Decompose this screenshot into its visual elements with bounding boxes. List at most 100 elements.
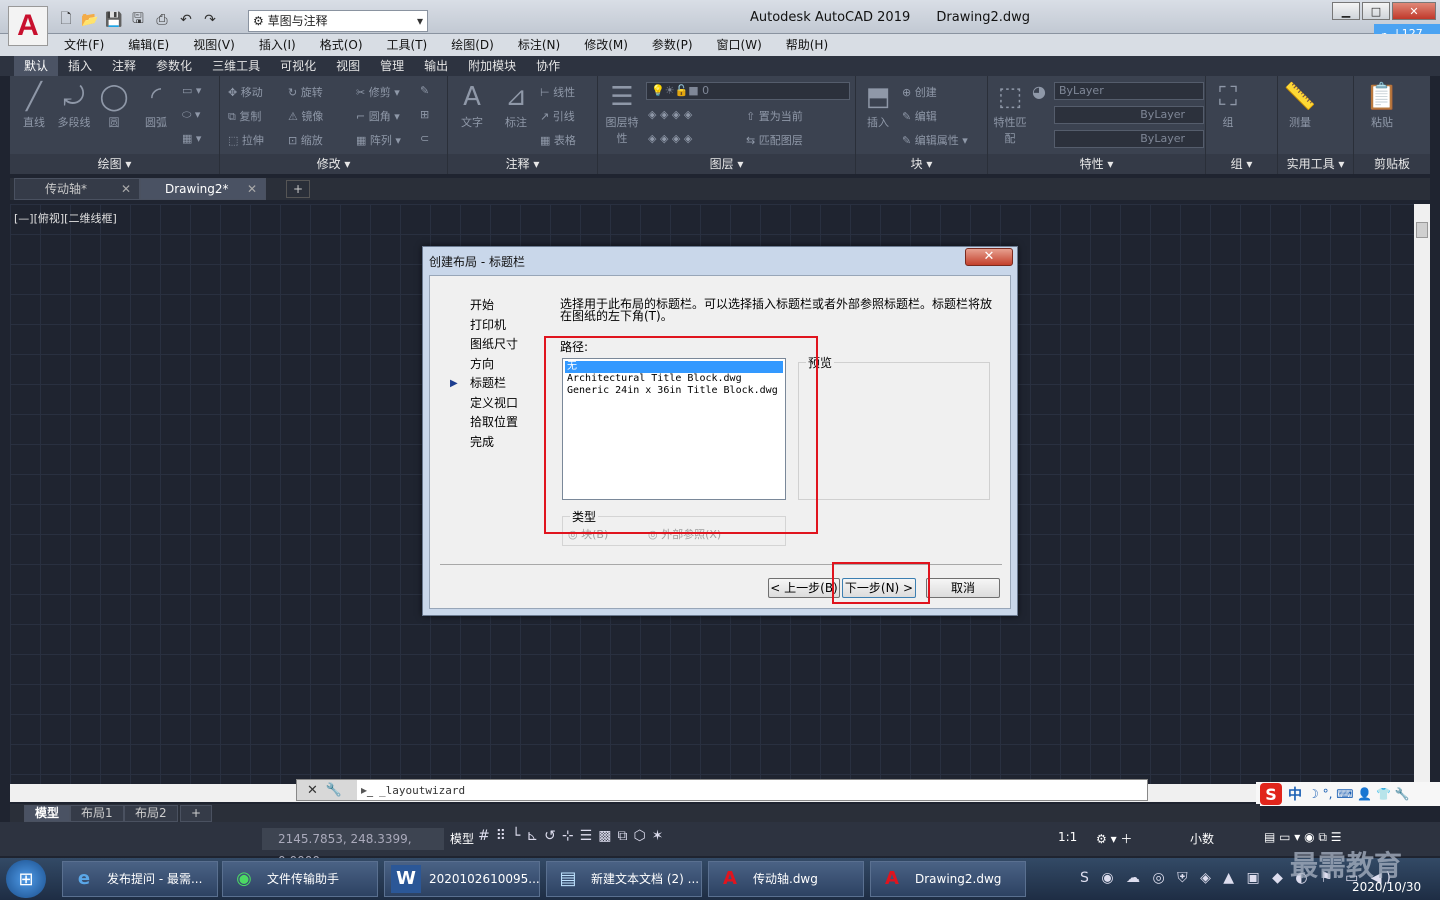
title-block-list[interactable]: 无 Architectural Title Block.dwg Generic … [562,358,786,500]
mirror-tool[interactable]: ⚠ 镜像 [288,108,323,124]
tab-insert[interactable]: 插入 [58,56,102,76]
radio-block[interactable]: ◎ 块(B) [568,526,608,542]
workspace-select[interactable]: ⚙ 草图与注释 ▾ [248,10,428,32]
color-wheel-icon[interactable]: ◕ [1032,82,1046,101]
table-tool[interactable]: ▦ 表格 [540,132,576,148]
undo-icon[interactable]: ↶ [176,11,196,29]
wrench-icon[interactable]: 🔧 [326,783,342,798]
edit-block-tool[interactable]: ✎ 编辑 [902,108,937,124]
tab-parametric[interactable]: 参数化 [146,56,202,76]
autocad-logo[interactable]: A [8,6,48,46]
cancel-button[interactable]: 取消 [926,578,1000,598]
menu-window[interactable]: 窗口(W) [717,34,762,56]
transparency-icon[interactable]: ▩ [598,828,611,844]
redo-icon[interactable]: ↷ [200,11,220,29]
object-snap-icon[interactable]: ⊹ [562,828,574,844]
panel-block-title[interactable]: 块 ▾ [856,154,987,174]
command-line[interactable]: ✕ 🔧 ▸_ _layoutwizard [296,779,1148,801]
close-window-button[interactable]: ✕ [1392,2,1436,20]
hatch-icon[interactable]: ▦ ▾ [182,132,201,145]
vertical-scrollbar[interactable] [1414,204,1430,784]
fillet-tool[interactable]: ⌐ 圆角 ▾ [356,108,400,124]
doc-tab-drive-shaft[interactable]: 传动轴* ✕ [14,178,140,200]
tab-manage[interactable]: 管理 [370,56,414,76]
scrollbar-thumb[interactable] [1416,222,1428,238]
model-space-toggle[interactable]: 模型 [450,830,474,847]
taskbar-item-wechat[interactable]: ◉ 文件传输助手 [222,861,378,897]
layout-tab-layout1[interactable]: 布局1 [70,805,124,822]
ime-language[interactable]: 中 [1288,784,1302,804]
menu-draw[interactable]: 绘图(D) [451,34,494,56]
taskbar-item-notepad[interactable]: ▤ 新建文本文档 (2) ... [546,861,702,897]
list-item[interactable]: 无 [565,361,783,373]
lineweight-select[interactable]: ByLayer [1054,130,1204,148]
panel-layers-title[interactable]: 图层 ▾ [598,154,855,174]
polar-icon[interactable]: ⊾ [526,828,538,844]
ime-toolbar[interactable]: S 中 ☽ °, ⌨ 👤 👕 🔧 [1256,782,1440,806]
menu-edit[interactable]: 编辑(E) [128,34,169,56]
tab-output[interactable]: 输出 [414,56,458,76]
status-bar-tools-icon[interactable]: ▤ ▭ ▾ ◉ ⧉ ☰ [1264,830,1342,845]
leader-tool[interactable]: ↗ 引线 [540,108,575,124]
menu-dimension[interactable]: 标注(N) [518,34,560,56]
new-tab-button[interactable]: + [286,180,310,198]
snap-icon[interactable]: ⠿ [496,828,506,844]
save-as-icon[interactable]: 🖫 [128,11,148,29]
erase-icon[interactable]: ✎ [420,84,429,97]
menu-file[interactable]: 文件(F) [64,34,104,56]
menu-format[interactable]: 格式(O) [320,34,363,56]
layout-tab-model[interactable]: 模型 [24,805,71,822]
maximize-button[interactable]: □ [1362,2,1390,20]
create-block-tool[interactable]: ⊕ 创建 [902,84,937,100]
measure-tool[interactable]: 📏 测量 [1280,80,1320,130]
linear-tool[interactable]: ⊢ 线性 [540,84,575,100]
move-tool[interactable]: ✥ 移动 [228,84,263,100]
edit-attributes-tool[interactable]: ✎ 编辑属性 ▾ [902,132,968,148]
ortho-icon[interactable]: └ [512,828,520,844]
close-icon[interactable]: ✕ [121,179,131,199]
menu-modify[interactable]: 修改(M) [584,34,628,56]
copy-tool[interactable]: ⧉ 复制 [228,108,261,124]
list-item[interactable]: Architectural Title Block.dwg [565,373,783,385]
annotation-scale[interactable]: 1:1 [1058,830,1077,844]
trim-tool[interactable]: ✂ 修剪 ▾ [356,84,400,100]
layer-tools-icon-2[interactable]: ◈ ◈ ◈ ◈ [648,132,692,145]
match-layer-tool[interactable]: ⇆ 匹配图层 [746,132,803,148]
line-tool[interactable]: ╱ 直线 [14,80,54,130]
menu-tools[interactable]: 工具(T) [387,34,428,56]
viewport-controls[interactable]: [—][俯视][二维线框] [14,210,117,226]
new-layout-button[interactable]: + [180,805,213,822]
taskbar-item-word[interactable]: W 2020102610095... [384,861,540,897]
layer-select[interactable]: 💡☀🔓■ 0 [646,82,850,100]
polyline-tool[interactable]: ⤾ 多段线 [54,80,94,130]
save-icon[interactable]: 💾 [104,11,124,29]
rectangle-icon[interactable]: ▭ ▾ [182,84,201,97]
panel-groups-title[interactable]: 组 ▾ [1206,154,1277,174]
back-button[interactable]: < 上一步(B) [768,578,840,598]
layer-tools-icon[interactable]: ◈ ◈ ◈ ◈ [648,108,692,121]
array-tool[interactable]: ▦ 阵列 ▾ [356,132,401,148]
ime-tools-icon[interactable]: ☽ °, ⌨ 👤 👕 🔧 [1308,787,1410,801]
paste-tool[interactable]: 📋 粘贴 [1362,80,1402,130]
settings-gear-icon[interactable]: ⚙ ▾ ＋ [1096,830,1132,847]
units-display[interactable]: 小数 [1190,830,1214,847]
text-tool[interactable]: A 文字 [452,80,492,130]
tab-view[interactable]: 视图 [326,56,370,76]
annotation-visibility-icon[interactable]: ✶ [652,828,664,844]
open-file-icon[interactable]: 📂 [80,11,100,29]
layout-tab-layout2[interactable]: 布局2 [124,805,178,822]
minimize-button[interactable]: ▁ [1332,2,1360,20]
doc-tab-drawing2[interactable]: Drawing2* ✕ [140,178,266,200]
match-properties-tool[interactable]: ⬚ 特性匹配 [990,80,1030,146]
grid-icon[interactable]: # [478,828,490,844]
new-file-icon[interactable]: 🗋 [56,11,76,29]
taskbar-item-autocad-drawing2[interactable]: A Drawing2.dwg [870,861,1026,897]
selection-cycling-icon[interactable]: ⧉ [617,828,627,844]
taskbar-item-autocad-shaft[interactable]: A 传动轴.dwg [708,861,864,897]
dialog-close-button[interactable]: ✕ [965,248,1013,266]
linetype-select[interactable]: ByLayer [1054,106,1204,124]
tab-3d-tools[interactable]: 三维工具 [202,56,270,76]
panel-properties-title[interactable]: 特性 ▾ [988,154,1205,174]
panel-utilities-title[interactable]: 实用工具 ▾ [1278,154,1353,174]
list-item[interactable]: Generic 24in x 36in Title Block.dwg [565,385,783,397]
